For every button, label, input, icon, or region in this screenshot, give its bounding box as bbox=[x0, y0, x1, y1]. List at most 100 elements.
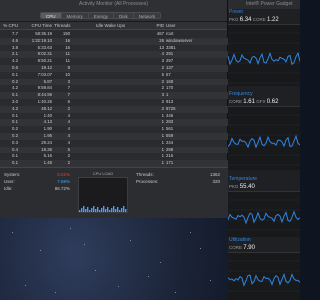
table-cell: 10 bbox=[65, 71, 70, 77]
table-row[interactable]: 2.1 9:02.31 11 4 291 bbox=[0, 51, 228, 59]
table-cell: 170 bbox=[166, 85, 174, 91]
activity-monitor-window[interactable]: Activity Monitor (All Processes) CPU Memo… bbox=[0, 0, 228, 218]
toolbar: CPU Memory Energy Disk Network bbox=[0, 9, 227, 22]
table-cell: 3 bbox=[67, 78, 70, 84]
column-header[interactable]: PID bbox=[150, 22, 164, 30]
graph-line bbox=[227, 210, 300, 225]
table-row[interactable]: 0.1 8:44.96 7 3 1 bbox=[0, 92, 228, 99]
stat-line: User: 7.69% bbox=[4, 178, 70, 185]
reading-label: PKG bbox=[229, 184, 240, 189]
cpu-load-bars bbox=[79, 206, 127, 212]
column-header[interactable]: % CPU bbox=[2, 22, 18, 30]
table-row[interactable]: 4.2 9:59.84 7 2 170 bbox=[0, 85, 228, 92]
table-row[interactable]: 0.3 29.24 4 1 244 bbox=[0, 140, 228, 147]
table-row[interactable]: 0.1 5.16 2 1 216 bbox=[0, 153, 228, 160]
tab-memory[interactable]: Memory bbox=[61, 12, 89, 19]
desktop: Activity Monitor (All Processes) CPU Memo… bbox=[0, 0, 300, 300]
table-cell: 0.6 bbox=[12, 64, 18, 70]
table-row[interactable]: 4.2 48.12 2 2 8725 bbox=[0, 105, 228, 113]
table-cell: 1 bbox=[161, 112, 164, 118]
table-cell: 446 bbox=[166, 112, 174, 118]
column-header[interactable]: CPU Time bbox=[26, 22, 52, 30]
table-cell: 1 bbox=[161, 153, 164, 159]
table-cell: 0.1 bbox=[12, 153, 18, 159]
section-graph bbox=[227, 24, 300, 86]
table-row[interactable]: 0.1 1.45 2 1 171 bbox=[0, 160, 228, 167]
load-bar bbox=[93, 206, 95, 212]
table-cell: 48.12 bbox=[41, 105, 52, 111]
cpu-summary-panel: System: 5.51% User: 7.69% Idle: 86.72% CPU LO… bbox=[0, 167, 228, 218]
count-value: 1362 bbox=[209, 172, 220, 177]
reading-value: 6.34 bbox=[239, 17, 252, 23]
stat-line: Idle: 86.72% bbox=[4, 185, 70, 192]
table-row[interactable]: 0.1 4.13 4 1 283 bbox=[0, 119, 228, 127]
table-cell: 559 bbox=[166, 132, 174, 138]
table-cell: 2 bbox=[161, 98, 164, 104]
graph-line bbox=[227, 51, 300, 66]
section-reading: PKG 6.34 CORE 1.22 bbox=[228, 16, 300, 24]
table-cell: 16 bbox=[65, 44, 70, 50]
table-cell: 0.2 bbox=[12, 126, 18, 132]
count-label: Processes: bbox=[136, 179, 159, 184]
column-header[interactable]: User bbox=[166, 22, 226, 30]
star bbox=[175, 292, 176, 293]
table-cell: 0.3 bbox=[12, 139, 18, 145]
count-label: Threads: bbox=[136, 172, 154, 177]
column-header[interactable]: Idle Wake Ups bbox=[96, 22, 125, 30]
tab-cpu[interactable]: CPU bbox=[40, 12, 62, 19]
table-row[interactable]: 0.1 1:40 4 1 446 bbox=[0, 113, 228, 120]
load-bar bbox=[111, 208, 113, 212]
load-bar bbox=[85, 209, 87, 212]
table-row[interactable]: 3.8 5:33.63 16 13 3381 bbox=[0, 45, 228, 52]
graph-plot bbox=[227, 114, 300, 166]
stat-label: User: bbox=[4, 179, 15, 184]
section-graph bbox=[227, 106, 300, 170]
table-row[interactable]: 7.7 58:36.19 150 467 root bbox=[0, 31, 228, 38]
table-row[interactable]: 0.2 5.87 3 2 168 bbox=[0, 78, 228, 86]
star bbox=[190, 232, 191, 233]
table-cell: 2 bbox=[161, 105, 164, 111]
table-cell: 9:50.21 bbox=[37, 58, 52, 64]
table-row[interactable]: 3.0 1:40.25 6 2 913 bbox=[0, 99, 228, 106]
table-cell: 2 bbox=[67, 105, 70, 111]
stat-value: 5.51% bbox=[57, 172, 70, 177]
table-cell: 4.2 bbox=[12, 85, 18, 91]
table-row[interactable]: 0.4 18.36 5 1 298 bbox=[0, 146, 228, 154]
table-cell: 1 bbox=[161, 119, 164, 125]
table-row[interactable]: 0.2 1.90 4 1 561 bbox=[0, 126, 228, 133]
stat-label: Idle: bbox=[4, 186, 13, 191]
table-cell: 19.12 bbox=[41, 64, 52, 70]
table-cell: 26 bbox=[159, 37, 164, 43]
load-bar bbox=[87, 207, 89, 212]
process-table[interactable]: 7.7 58:36.19 150 467 root 4.6 1:32:19.10 16 26 wi… bbox=[0, 31, 228, 167]
table-cell: 1 bbox=[161, 139, 164, 145]
star bbox=[160, 262, 161, 263]
table-cell: 13 bbox=[159, 44, 164, 50]
section-graph bbox=[227, 252, 300, 300]
tab-network[interactable]: Network bbox=[133, 12, 162, 19]
tab-energy[interactable]: Energy bbox=[88, 12, 115, 19]
table-cell: 2 bbox=[161, 78, 164, 84]
table-cell: 467 bbox=[156, 31, 164, 36]
star bbox=[12, 232, 13, 233]
load-bar bbox=[115, 209, 117, 212]
table-row[interactable]: 4.6 1:32:19.10 16 26 windowserver bbox=[0, 37, 228, 45]
table-cell: 9:59.84 bbox=[37, 85, 52, 91]
table-row[interactable]: 0.2 1.95 4 1 559 bbox=[0, 132, 228, 140]
tab-bar: CPU Memory Energy Disk Network bbox=[40, 12, 162, 19]
load-bar bbox=[123, 206, 125, 212]
column-header[interactable]: Threads bbox=[54, 22, 71, 30]
table-cell: 2 bbox=[67, 153, 70, 159]
reading-label: GFX bbox=[256, 99, 267, 104]
table-cell: 5.87 bbox=[43, 78, 52, 84]
table-row[interactable]: 0.6 19.12 8 2 137 bbox=[0, 64, 228, 72]
table-row[interactable]: 0.1 7:03.07 10 5 57 bbox=[0, 72, 228, 79]
table-cell: 5.16 bbox=[43, 153, 52, 159]
power-gadget-window[interactable]: Intel® Power Gadget Power PKG 6.34 CORE 1… bbox=[227, 0, 300, 300]
table-header: % CPU CPU Time Threads Idle Wake Ups PID User bbox=[0, 22, 227, 30]
graph-plot bbox=[227, 260, 300, 292]
table-cell: 1 bbox=[161, 126, 164, 132]
window-title: Activity Monitor (All Processes) bbox=[0, 0, 227, 9]
tab-disk[interactable]: Disk bbox=[114, 12, 134, 19]
table-row[interactable]: 4.2 9:50.21 11 3 297 bbox=[0, 58, 228, 65]
